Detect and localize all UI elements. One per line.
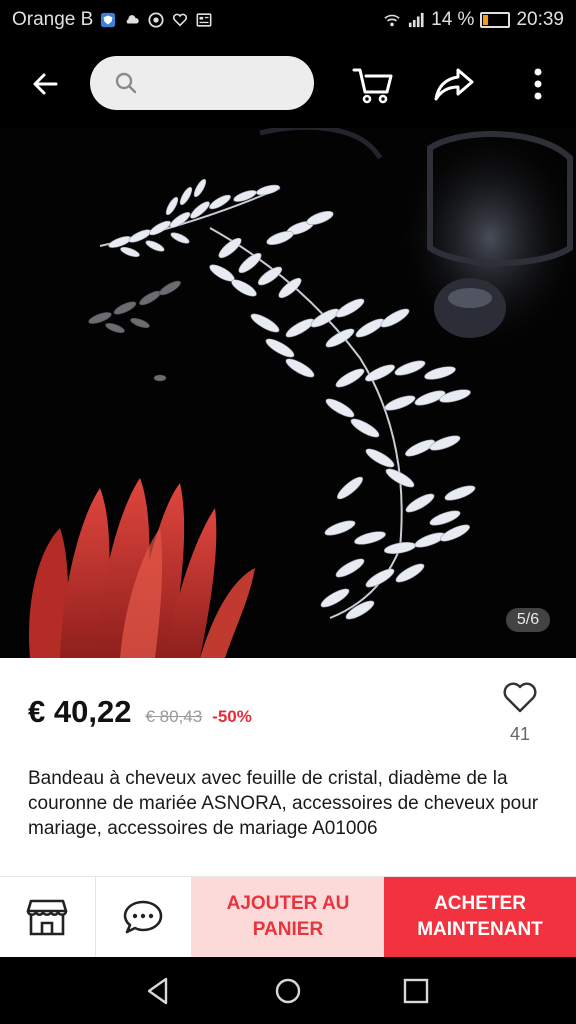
- product-title: Bandeau à cheveux avec feuille de crista…: [28, 768, 539, 839]
- add-to-cart-label-line1: AJOUTER AU: [226, 893, 350, 914]
- wishlist-count: 41: [509, 724, 531, 744]
- back-arrow-icon[interactable]: [24, 62, 68, 106]
- add-to-cart-button[interactable]: AJOUTER AU PANIER: [192, 877, 384, 957]
- product-info: € 40,22 € 80,43 -50% 41 Bandeau à cheveu…: [0, 658, 576, 876]
- share-icon[interactable]: [432, 62, 476, 106]
- add-to-cart-label-line2: PANIER: [252, 919, 324, 940]
- protea-flower: [29, 478, 255, 658]
- price-row: € 40,22 € 80,43 -50%: [28, 694, 252, 730]
- buy-now-label-line2: MAINTENANT: [417, 919, 543, 940]
- store-icon: [26, 899, 68, 936]
- more-options-icon[interactable]: [516, 62, 560, 106]
- chrome-icon: [148, 12, 164, 28]
- clock: 20:39: [516, 9, 564, 30]
- heart-status-icon: [173, 13, 188, 27]
- discount-badge: -50%: [212, 707, 252, 726]
- product-photo: [29, 128, 576, 658]
- news-icon: [196, 13, 212, 27]
- cart-icon[interactable]: [350, 62, 394, 106]
- wishlist-button[interactable]: 41: [496, 680, 544, 745]
- heart-icon[interactable]: [502, 680, 538, 714]
- battery-icon: [480, 12, 511, 28]
- search-box[interactable]: [90, 56, 314, 110]
- image-counter: 5/6: [506, 608, 550, 632]
- buy-now-label-line1: ACHETER: [434, 893, 526, 914]
- carrier-label: Orange B: [12, 9, 94, 30]
- status-bar: Orange B 14 % 20:39: [0, 0, 576, 40]
- chat-icon: [123, 900, 163, 934]
- product-image[interactable]: 5/6: [0, 128, 576, 658]
- wifi-icon: [384, 14, 400, 27]
- signal-icon: [409, 12, 424, 28]
- original-price: € 80,43: [145, 707, 203, 726]
- system-nav-bar: [0, 957, 576, 1024]
- buy-now-button[interactable]: ACHETER MAINTENANT: [384, 877, 576, 957]
- store-button[interactable]: [0, 877, 96, 957]
- current-price: € 40,22: [28, 694, 132, 729]
- cloud-icon: [127, 15, 140, 24]
- nav-recents-icon[interactable]: [398, 973, 434, 1009]
- chat-button[interactable]: [96, 877, 192, 957]
- top-app-bar: [0, 40, 576, 128]
- search-icon: [115, 72, 137, 94]
- bottom-action-bar: AJOUTER AU PANIER ACHETER MAINTENANT: [0, 876, 576, 957]
- battery-percent: 14 %: [431, 9, 475, 30]
- shield-icon: [101, 12, 116, 28]
- nav-home-icon[interactable]: [270, 973, 306, 1009]
- nav-back-icon[interactable]: [140, 973, 176, 1009]
- search-input[interactable]: [148, 66, 298, 100]
